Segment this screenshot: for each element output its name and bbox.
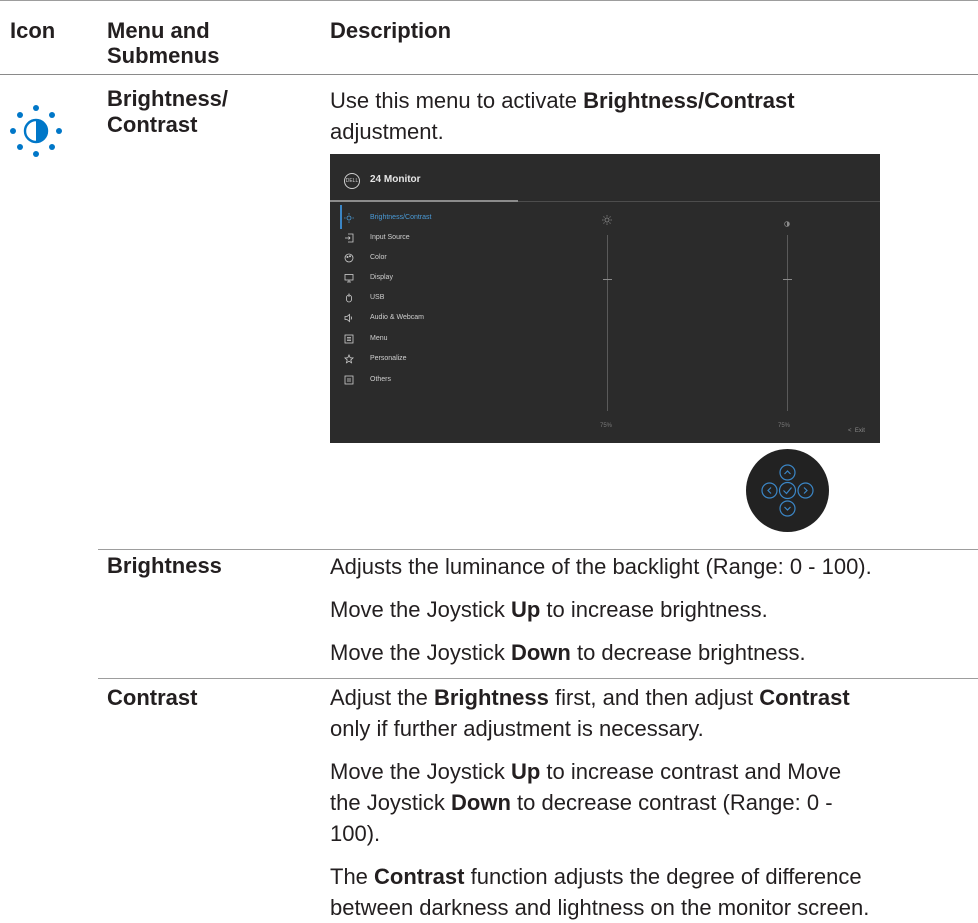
osd-menu-item-label: Personalize <box>370 355 407 362</box>
menu-title-line2: Contrast <box>107 112 198 137</box>
menu-icon <box>344 334 354 344</box>
contrast-title: Contrast <box>107 685 198 710</box>
osd-menu-item[interactable]: Menu <box>340 330 540 348</box>
brightness-slider-track[interactable] <box>607 235 608 411</box>
osd-menu-item-label: Audio & Webcam <box>370 314 424 321</box>
header-menu-line2: Submenus <box>107 43 220 68</box>
contrast-p1: Adjust the Brightness first, and then ad… <box>330 685 850 741</box>
osd-menu-item-label: Brightness/Contrast <box>370 214 432 221</box>
osd-menu-item[interactable]: Others <box>340 371 540 389</box>
contrast-value: 75% <box>778 423 791 429</box>
osd-menu-item-label: Display <box>370 274 393 281</box>
chevron-left-icon: < <box>848 428 852 434</box>
contrast-description: Adjust the Brightness first, and then ad… <box>330 682 975 923</box>
display-icon <box>344 273 354 283</box>
menu-title: Brightness/ Contrast <box>107 86 228 138</box>
header-rule <box>0 74 978 75</box>
osd-menu-item[interactable]: Audio & Webcam <box>340 309 540 327</box>
audio-icon <box>344 313 354 323</box>
brightness-slider-knob[interactable] <box>603 279 612 280</box>
osd-exit[interactable]: < Exit <box>848 428 865 434</box>
palette-icon <box>344 253 354 263</box>
menu-title-line1: Brightness/ <box>107 86 229 111</box>
osd-menu-item-label: Menu <box>370 335 388 342</box>
brightness-line2: Move the Joystick Up to increase brightn… <box>330 597 768 622</box>
exit-label: Exit <box>854 428 865 434</box>
brightness-line1: Adjusts the luminance of the backlight (… <box>330 554 872 579</box>
desc-text: Use this menu to activate <box>330 88 584 113</box>
others-icon <box>344 375 354 385</box>
osd-menu-item[interactable]: Personalize <box>340 350 540 368</box>
osd-menu-item[interactable]: Color <box>340 249 540 267</box>
top-rule <box>0 0 978 1</box>
contrast-slider-knob[interactable] <box>783 279 792 280</box>
osd-menu-item[interactable]: Brightness/Contrast <box>340 209 540 227</box>
input-icon <box>344 233 354 243</box>
brightness-contrast-icon <box>8 103 64 159</box>
brightness-description: Adjusts the luminance of the backlight (… <box>330 551 970 668</box>
joystick-graphic <box>746 449 829 532</box>
usb-icon <box>344 293 354 303</box>
osd-menu-item-label: Others <box>370 376 392 383</box>
header-icon: Icon <box>10 18 56 43</box>
header-menu-line1: Menu and <box>107 18 210 43</box>
osd-divider-active <box>330 200 518 202</box>
osd-menu-item[interactable]: USB <box>340 289 540 307</box>
osd-menu-item-label: Input Source <box>370 234 410 241</box>
osd-menu-item-label: USB <box>370 294 385 301</box>
contrast-slider-track[interactable] <box>787 235 788 411</box>
dell-logo-icon: DELL <box>344 173 360 189</box>
header-description: Description <box>330 18 452 43</box>
desc-text-2: adjustment. <box>330 119 444 144</box>
osd-menu-item-label: Color <box>370 254 387 261</box>
star-icon <box>344 353 354 364</box>
osd-menu-item[interactable]: Input Source <box>340 229 540 247</box>
contrast-p2: Move the Joystick Up to increase contras… <box>330 759 842 846</box>
contrast-slider-icon <box>784 214 790 227</box>
header-menu: Menu and Submenus <box>107 18 219 68</box>
osd-title: 24 Monitor <box>370 174 421 185</box>
contrast-p3: The Contrast function adjusts the degree… <box>330 864 870 920</box>
sun-icon <box>344 213 354 223</box>
osd-menu-item[interactable]: Display <box>340 269 540 287</box>
brightness-line3: Move the Joystick Down to decrease brigh… <box>330 640 806 665</box>
contrast-rule <box>98 678 978 679</box>
brightness-value: 75% <box>600 423 613 429</box>
brightness-slider-icon <box>602 212 612 225</box>
brightness-rule <box>98 549 978 550</box>
main-description: Use this menu to activate Brightness/Con… <box>330 85 950 147</box>
desc-bold: Brightness/Contrast <box>583 88 795 113</box>
brightness-title: Brightness <box>107 553 222 578</box>
